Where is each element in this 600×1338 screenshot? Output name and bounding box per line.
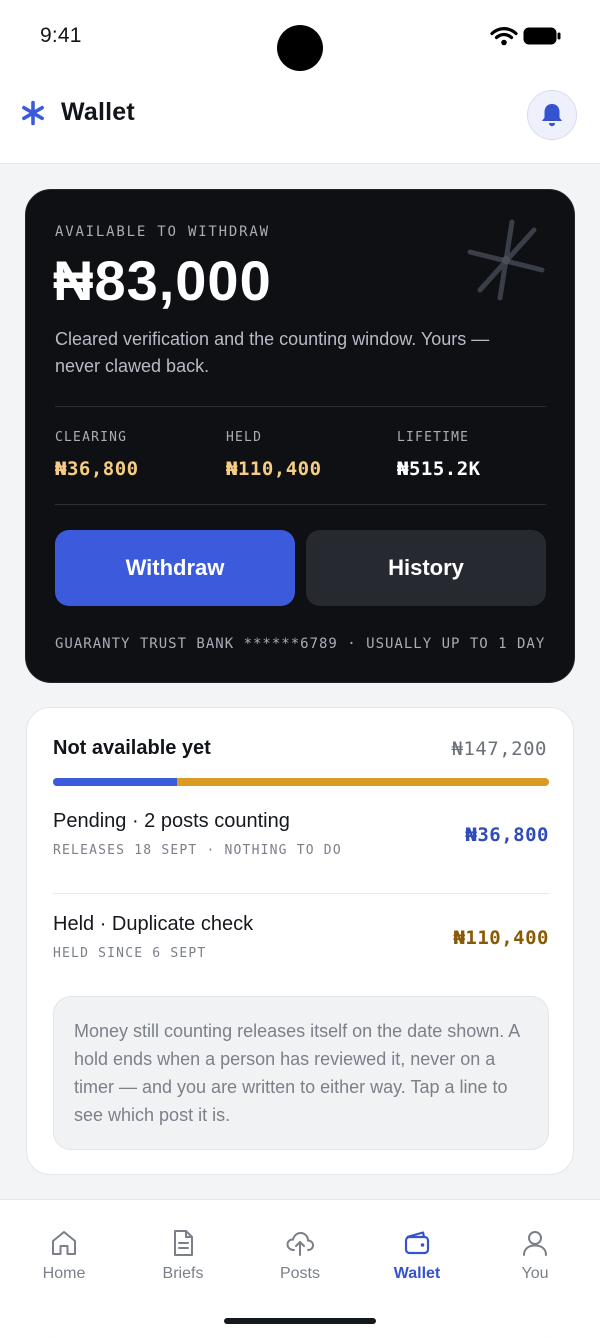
pending-title: Not available yet	[53, 737, 211, 759]
tab-bar: Home Briefs Posts Wallet You	[0, 1199, 600, 1338]
stat-clearing-value: ₦36,800	[55, 458, 139, 480]
stat-clearing-label: CLEARING	[55, 430, 128, 445]
withdraw-button[interactable]: Withdraw	[55, 530, 295, 606]
tab-posts-label: Posts	[279, 1265, 320, 1282]
tab-briefs[interactable]: Briefs	[128, 1228, 238, 1283]
camera-cutout	[277, 25, 323, 71]
tab-you-label: You	[521, 1265, 549, 1282]
pending-line-item[interactable]: Pending · 2 posts counting RELEASES 18 S…	[53, 810, 549, 858]
history-button[interactable]: History	[306, 530, 546, 606]
held-line-item[interactable]: Held · Duplicate check HELD SINCE 6 SEPT…	[53, 913, 549, 961]
stat-held: HELD ₦110,400	[226, 430, 322, 480]
notifications-button[interactable]	[527, 90, 577, 140]
available-label: AVAILABLE TO WITHDRAW	[55, 224, 270, 240]
tab-posts[interactable]: Posts	[245, 1228, 355, 1283]
wallet-icon	[404, 1231, 430, 1255]
stat-lifetime-value: ₦515.2K	[397, 458, 481, 480]
bell-icon	[542, 104, 562, 127]
app-header: Wallet	[0, 72, 600, 164]
stat-held-label: HELD	[226, 430, 263, 445]
user-icon	[523, 1231, 547, 1256]
tab-briefs-label: Briefs	[162, 1265, 204, 1282]
stat-held-value: ₦110,400	[226, 458, 322, 480]
asterisk-watermark-icon	[467, 219, 545, 301]
card-divider-bottom	[55, 504, 546, 505]
document-icon	[174, 1230, 193, 1256]
tab-wallet[interactable]: Wallet	[362, 1228, 472, 1283]
pending-total: ₦147,200	[451, 738, 547, 760]
available-amount: ₦83,000	[53, 249, 272, 312]
held-line-amount: ₦110,400	[453, 927, 549, 949]
phone-screen: 9:41 Wallet AVAILABLE TO WITHDRAW ₦83,00…	[0, 0, 600, 1338]
pending-split-bar	[53, 778, 549, 786]
pending-card: Not available yet ₦147,200 Pending · 2 p…	[26, 707, 574, 1175]
tab-home-label: Home	[42, 1265, 86, 1282]
home-icon	[52, 1231, 76, 1255]
asterisk-icon	[22, 100, 44, 126]
row-divider	[53, 893, 549, 894]
stat-lifetime: LIFETIME ₦515.2K	[397, 430, 481, 480]
tab-wallet-label: Wallet	[393, 1265, 441, 1282]
tab-home[interactable]: Home	[9, 1228, 119, 1283]
tab-you[interactable]: You	[480, 1228, 590, 1283]
battery-icon	[523, 27, 561, 45]
card-divider-top	[55, 406, 546, 407]
balance-card: AVAILABLE TO WITHDRAW ₦83,000 Cleared ve…	[25, 189, 575, 683]
status-time: 9:41	[40, 24, 82, 47]
status-bar: 9:41	[0, 0, 600, 72]
available-note: Cleared verification and the counting wi…	[55, 329, 490, 376]
stat-lifetime-label: LIFETIME	[397, 430, 470, 445]
pending-split-bar-fill	[53, 778, 177, 786]
page-title: Wallet	[61, 98, 135, 126]
stat-clearing: CLEARING ₦36,800	[55, 430, 139, 480]
pending-line-amount: ₦36,800	[465, 824, 549, 846]
wifi-icon	[490, 27, 518, 46]
cloud-upload-icon	[286, 1231, 315, 1256]
home-indicator	[224, 1318, 376, 1324]
info-note: Money still counting releases itself on …	[53, 996, 549, 1150]
bank-account-line: GUARANTY TRUST BANK ******6789 · USUALLY…	[55, 636, 546, 652]
